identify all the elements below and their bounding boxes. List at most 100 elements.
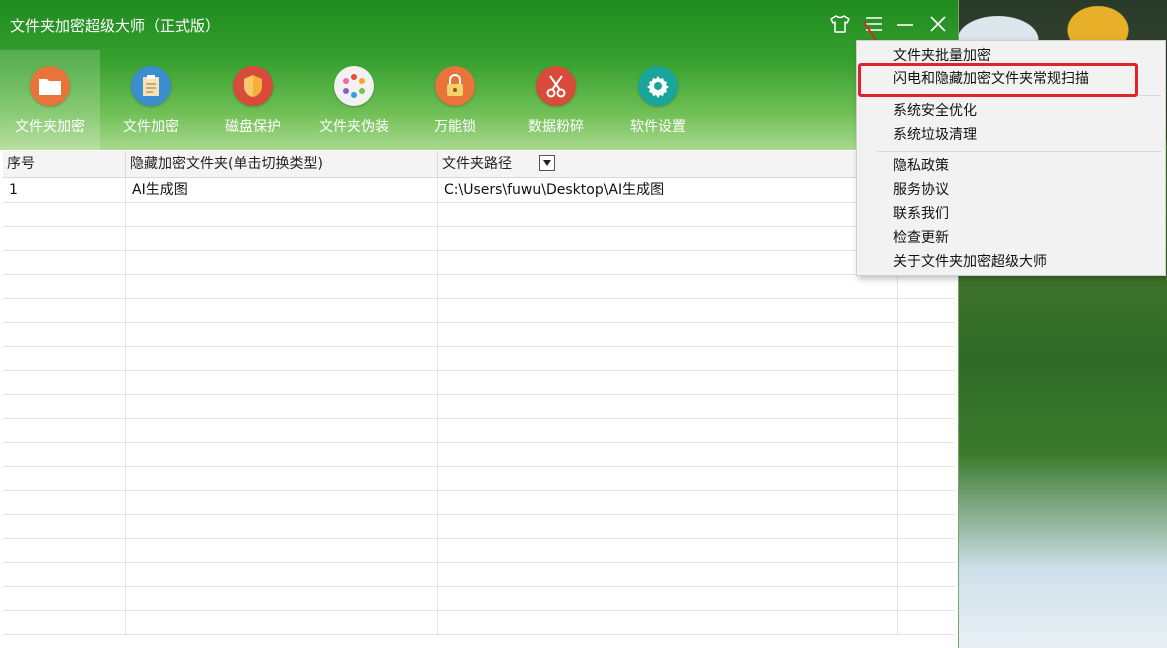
table-cell [3, 250, 126, 274]
tool-settings[interactable]: 软件设置 [608, 50, 708, 150]
table-row[interactable] [3, 442, 955, 467]
table-cell [126, 346, 438, 370]
table-row[interactable] [3, 586, 955, 611]
table-cell [126, 322, 438, 346]
tool-file-encrypt[interactable]: 文件加密 [101, 50, 201, 150]
menu-item-service-agreement[interactable]: 服务协议 [857, 178, 1165, 202]
table-row[interactable]: 1 AI生成图 C:\Users\fuwu\Desktop\AI生成图 [3, 178, 955, 203]
table-cell [3, 322, 126, 346]
table-cell [438, 466, 898, 490]
menu-item-contact-us[interactable]: 联系我们 [857, 202, 1165, 226]
table-row[interactable] [3, 226, 955, 251]
table-cell [3, 466, 126, 490]
column-header-index[interactable]: 序号 [3, 151, 126, 177]
table-cell [3, 514, 126, 538]
table-cell [3, 202, 126, 226]
skin-shirt-icon[interactable] [828, 12, 852, 36]
table-cell [3, 490, 126, 514]
table-cell [3, 298, 126, 322]
window-title: 文件夹加密超级大师（正式版） [10, 17, 221, 35]
table-cell [898, 346, 955, 370]
table-row[interactable] [3, 370, 955, 395]
table-cell [126, 442, 438, 466]
tool-universal-lock[interactable]: 万能锁 [405, 50, 505, 150]
table-row[interactable] [3, 514, 955, 539]
table-cell [126, 490, 438, 514]
table-row[interactable] [3, 490, 955, 515]
close-icon[interactable] [926, 12, 950, 36]
table-row[interactable] [3, 202, 955, 227]
table-cell [126, 538, 438, 562]
lock-icon [435, 66, 475, 106]
column-header-hidden-folder[interactable]: 隐藏加密文件夹(单击切换类型) [126, 151, 555, 177]
table-cell [126, 466, 438, 490]
table-cell [898, 442, 955, 466]
table-cell [898, 298, 955, 322]
table-cell [3, 610, 126, 634]
scissors-icon [536, 66, 576, 106]
menu-item-junk-clean[interactable]: 系统垃圾清理 [857, 123, 1165, 147]
menu-item-check-update[interactable]: 检查更新 [857, 226, 1165, 250]
minimize-icon[interactable] [893, 12, 917, 36]
menu-item-privacy-policy[interactable]: 隐私政策 [857, 154, 1165, 178]
table-row[interactable] [3, 610, 955, 635]
table-cell [898, 322, 955, 346]
table-cell: C:\Users\fuwu\Desktop\AI生成图 [438, 178, 898, 202]
table-cell [126, 586, 438, 610]
table-cell [3, 394, 126, 418]
table-cell [126, 250, 438, 274]
menu-separator [877, 151, 1161, 152]
tool-label: 文件夹伪装 [319, 119, 389, 135]
red-highlight-box [858, 63, 1138, 97]
table-row[interactable] [3, 250, 955, 275]
table-cell [898, 586, 955, 610]
table-row[interactable] [3, 394, 955, 419]
table-cell [3, 418, 126, 442]
table-cell [126, 298, 438, 322]
document-icon [131, 66, 171, 106]
table-cell [126, 274, 438, 298]
table-cell [126, 202, 438, 226]
table-row[interactable] [3, 298, 955, 323]
table-cell [438, 538, 898, 562]
table-row[interactable] [3, 346, 955, 371]
table-cell [898, 538, 955, 562]
table-cell [898, 418, 955, 442]
tool-disk-protect[interactable]: 磁盘保护 [203, 50, 303, 150]
table-cell [126, 514, 438, 538]
tool-label: 软件设置 [630, 119, 686, 135]
tool-folder-encrypt[interactable]: 文件夹加密 [0, 50, 100, 150]
menu-item-about[interactable]: 关于文件夹加密超级大师 [857, 250, 1165, 274]
table-row[interactable] [3, 466, 955, 491]
table-cell [898, 610, 955, 634]
tool-label: 文件夹加密 [15, 119, 85, 135]
menu-item-system-optimize[interactable]: 系统安全优化 [857, 99, 1165, 123]
table-cell [438, 394, 898, 418]
table-cell [3, 346, 126, 370]
table-cell [126, 610, 438, 634]
table-cell [3, 586, 126, 610]
tool-data-shred[interactable]: 数据粉碎 [506, 50, 606, 150]
table-cell [898, 370, 955, 394]
table-cell [438, 346, 898, 370]
table-row[interactable] [3, 418, 955, 443]
table-cell [438, 514, 898, 538]
table-cell [126, 418, 438, 442]
tool-folder-disguise[interactable]: 文件夹伪装 [304, 50, 404, 150]
column-header-hidden-folder-label: 隐藏加密文件夹(单击切换类型) [130, 156, 323, 172]
tool-label: 磁盘保护 [225, 119, 281, 135]
table-cell [126, 370, 438, 394]
table-row[interactable] [3, 538, 955, 563]
table-cell [438, 298, 898, 322]
table-row[interactable] [3, 274, 955, 299]
folder-icon [30, 66, 70, 106]
table-cell [438, 274, 898, 298]
table-row[interactable] [3, 322, 955, 347]
app-window: 文件夹加密超级大师（正式版） 文件夹加密 文件加密 磁盘保护 文件夹伪装 万能锁… [0, 0, 959, 648]
table-cell [898, 514, 955, 538]
table-row[interactable] [3, 562, 955, 587]
table-cell [898, 562, 955, 586]
column-header-folder-path[interactable]: 文件夹路径 [438, 151, 898, 177]
table-cell [126, 562, 438, 586]
table-cell: 1 [3, 178, 126, 202]
